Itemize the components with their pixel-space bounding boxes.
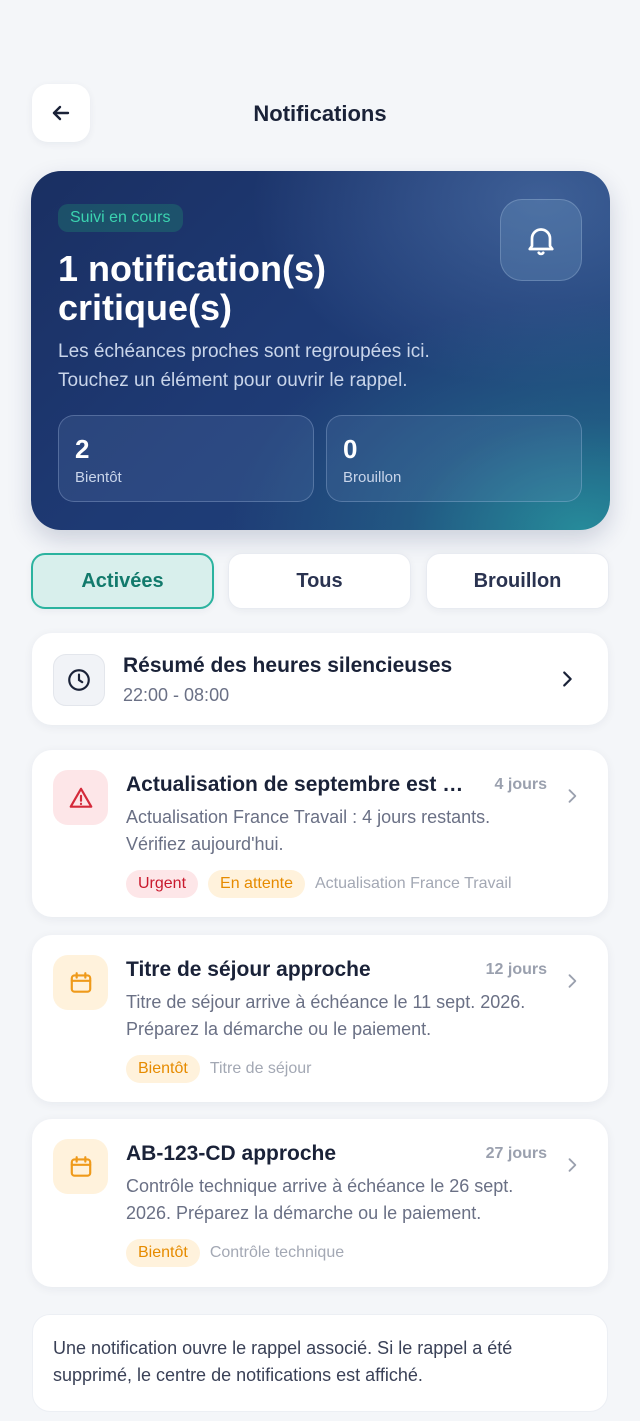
notification-description: Contrôle technique arrive à échéance le … [126, 1173, 556, 1227]
tab-activees[interactable]: Activées [31, 553, 214, 609]
status-badge: Suivi en cours [58, 204, 183, 232]
stat-value: 0 [343, 434, 358, 464]
info-note: Une notification ouvre le rappel associé… [32, 1314, 608, 1412]
description-line: Préparez la démarche ou le paiement. [126, 1019, 432, 1039]
stat-label: Brouillon [343, 469, 402, 486]
warning-icon [69, 787, 92, 808]
chevron-right-icon [568, 974, 577, 988]
soon-tag: Bientôt [126, 1055, 200, 1083]
notification-days: 4 jours [494, 776, 547, 793]
description-line: Titre de séjour arrive à échéance le 11 … [126, 992, 526, 1012]
urgent-tag: Urgent [126, 870, 199, 898]
info-note-line: Une notification ouvre le rappel associé… [53, 1338, 513, 1358]
chevron-right-icon [568, 789, 577, 803]
notification-tags: Bientôt Titre de séjour [126, 1055, 311, 1083]
description-line: Contrôle technique arrive à échéance le … [126, 1176, 514, 1196]
description-line: Vérifiez aujourd'hui. [126, 834, 284, 854]
hero-description-line: Touchez un élément pour ouvrir le rappel… [58, 370, 408, 391]
chevron-right-icon [568, 1158, 577, 1172]
description-line: Actualisation France Travail : 4 jours r… [126, 807, 491, 827]
filter-tabs: Activées Tous Brouillon [31, 553, 609, 609]
hero-description-line: Les échéances proches sont regroupées ic… [58, 341, 430, 362]
tab-brouillon[interactable]: Brouillon [426, 553, 609, 609]
hero-title: 1 notification(s) critique(s) [58, 248, 326, 328]
quiet-hours-time: 22:00 - 08:00 [123, 685, 230, 705]
notification-title: Actualisation de septembre est en retard [126, 773, 471, 796]
notification-tags: Bientôt Contrôle technique [126, 1239, 344, 1267]
quiet-hours-title: Résumé des heures silencieuses [123, 654, 453, 677]
calendar-icon [70, 971, 91, 993]
notification-description: Actualisation France Travail : 4 jours r… [126, 804, 556, 858]
description-line: 2026. Préparez la démarche ou le paiemen… [126, 1203, 482, 1223]
calendar-icon [70, 1155, 91, 1177]
stat-value: 2 [75, 434, 90, 464]
header: Notifications [32, 84, 608, 142]
notification-days: 12 jours [485, 961, 547, 978]
stat-label: Bientôt [75, 469, 122, 486]
stat-draft: 0 Brouillon [326, 415, 582, 502]
notification-title: Titre de séjour approche [126, 958, 371, 981]
clock-icon-box [53, 654, 105, 706]
notification-tags: Urgent En attente Actualisation France T… [126, 870, 512, 898]
bell-button[interactable] [500, 199, 582, 281]
calendar-icon-box [53, 1139, 108, 1194]
tab-tous[interactable]: Tous [228, 553, 411, 609]
soon-tag: Bientôt [126, 1239, 200, 1267]
notification-source: Titre de séjour [209, 1060, 312, 1077]
notification-card[interactable]: AB-123-CD approche 27 jours Contrôle tec… [32, 1119, 608, 1287]
bell-icon [528, 228, 554, 256]
info-note-line: supprimé, le centre de notifications est… [53, 1365, 423, 1385]
summary-hero-card: Suivi en cours 1 notification(s) critiqu… [31, 171, 610, 530]
calendar-icon-box [53, 955, 108, 1010]
page-title: Notifications [253, 101, 387, 126]
notification-card[interactable]: Titre de séjour approche 12 jours Titre … [32, 935, 608, 1102]
notification-source: Actualisation France Travail [314, 875, 512, 892]
notification-card[interactable]: Actualisation de septembre est en retard… [32, 750, 608, 917]
hero-description: Les échéances proches sont regroupées ic… [58, 337, 528, 395]
pending-tag: En attente [208, 870, 305, 898]
stat-soon: 2 Bientôt [58, 415, 314, 502]
notification-source: Contrôle technique [209, 1244, 345, 1261]
clock-icon [68, 669, 90, 691]
chevron-right-icon [563, 671, 572, 687]
warning-icon-box [53, 770, 108, 825]
notification-days: 27 jours [485, 1145, 547, 1162]
notification-title: AB-123-CD approche [126, 1142, 337, 1165]
quiet-hours-card[interactable]: Résumé des heures silencieuses 22:00 - 0… [32, 633, 608, 725]
notification-description: Titre de séjour arrive à échéance le 11 … [126, 989, 556, 1043]
